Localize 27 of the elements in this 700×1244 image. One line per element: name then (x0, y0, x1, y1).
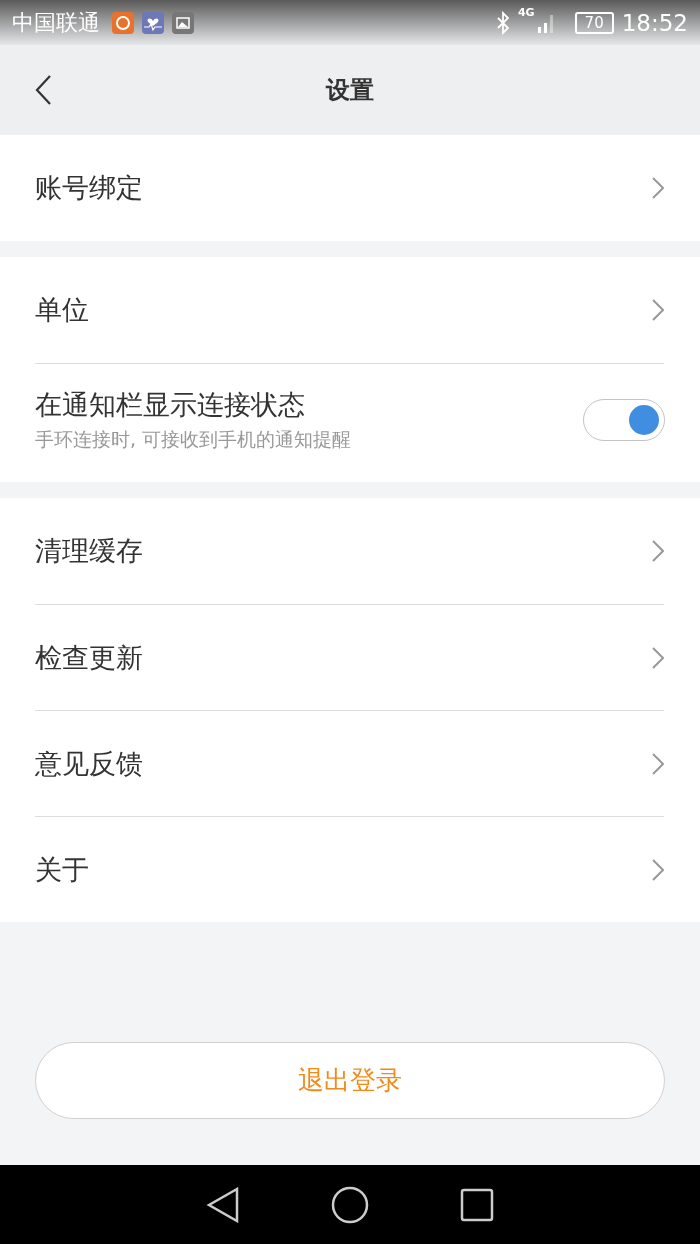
network-type: 4G (517, 6, 535, 19)
app-notification-icon (112, 11, 134, 34)
chevron-icon (652, 858, 664, 881)
settings-item[interactable]: 清理缓存 (35, 498, 664, 604)
bluetooth-icon (495, 10, 510, 35)
recents-nav-icon[interactable] (460, 1187, 495, 1222)
chevron-icon (652, 752, 664, 775)
settings-item[interactable]: 关于 (35, 816, 664, 922)
chevron-icon (652, 540, 664, 562)
battery-level: 70 (574, 11, 614, 34)
back-button[interactable] (34, 74, 52, 106)
settings-item[interactable]: 单位 (35, 257, 664, 363)
clock: 18:52 (621, 9, 688, 36)
image-icon (172, 11, 194, 34)
back-nav-icon[interactable] (205, 1186, 240, 1223)
toggle-switch[interactable] (583, 399, 665, 441)
page-title: 设置 (326, 75, 374, 106)
carrier-name: 中国联通 (12, 8, 100, 37)
setting-description: 手环连接时, 可接收到手机的通知提醒 (35, 427, 352, 452)
heart-pulse-icon (142, 11, 164, 34)
chevron-icon (652, 646, 664, 669)
chevron-icon (652, 299, 664, 321)
settings-item[interactable]: 检查更新 (35, 604, 664, 710)
settings-item[interactable]: 意见反馈 (35, 710, 664, 816)
chevron-icon (652, 177, 664, 199)
setting-label: 在通知栏显示连接状态 (35, 388, 306, 422)
home-nav-icon[interactable] (331, 1185, 369, 1224)
